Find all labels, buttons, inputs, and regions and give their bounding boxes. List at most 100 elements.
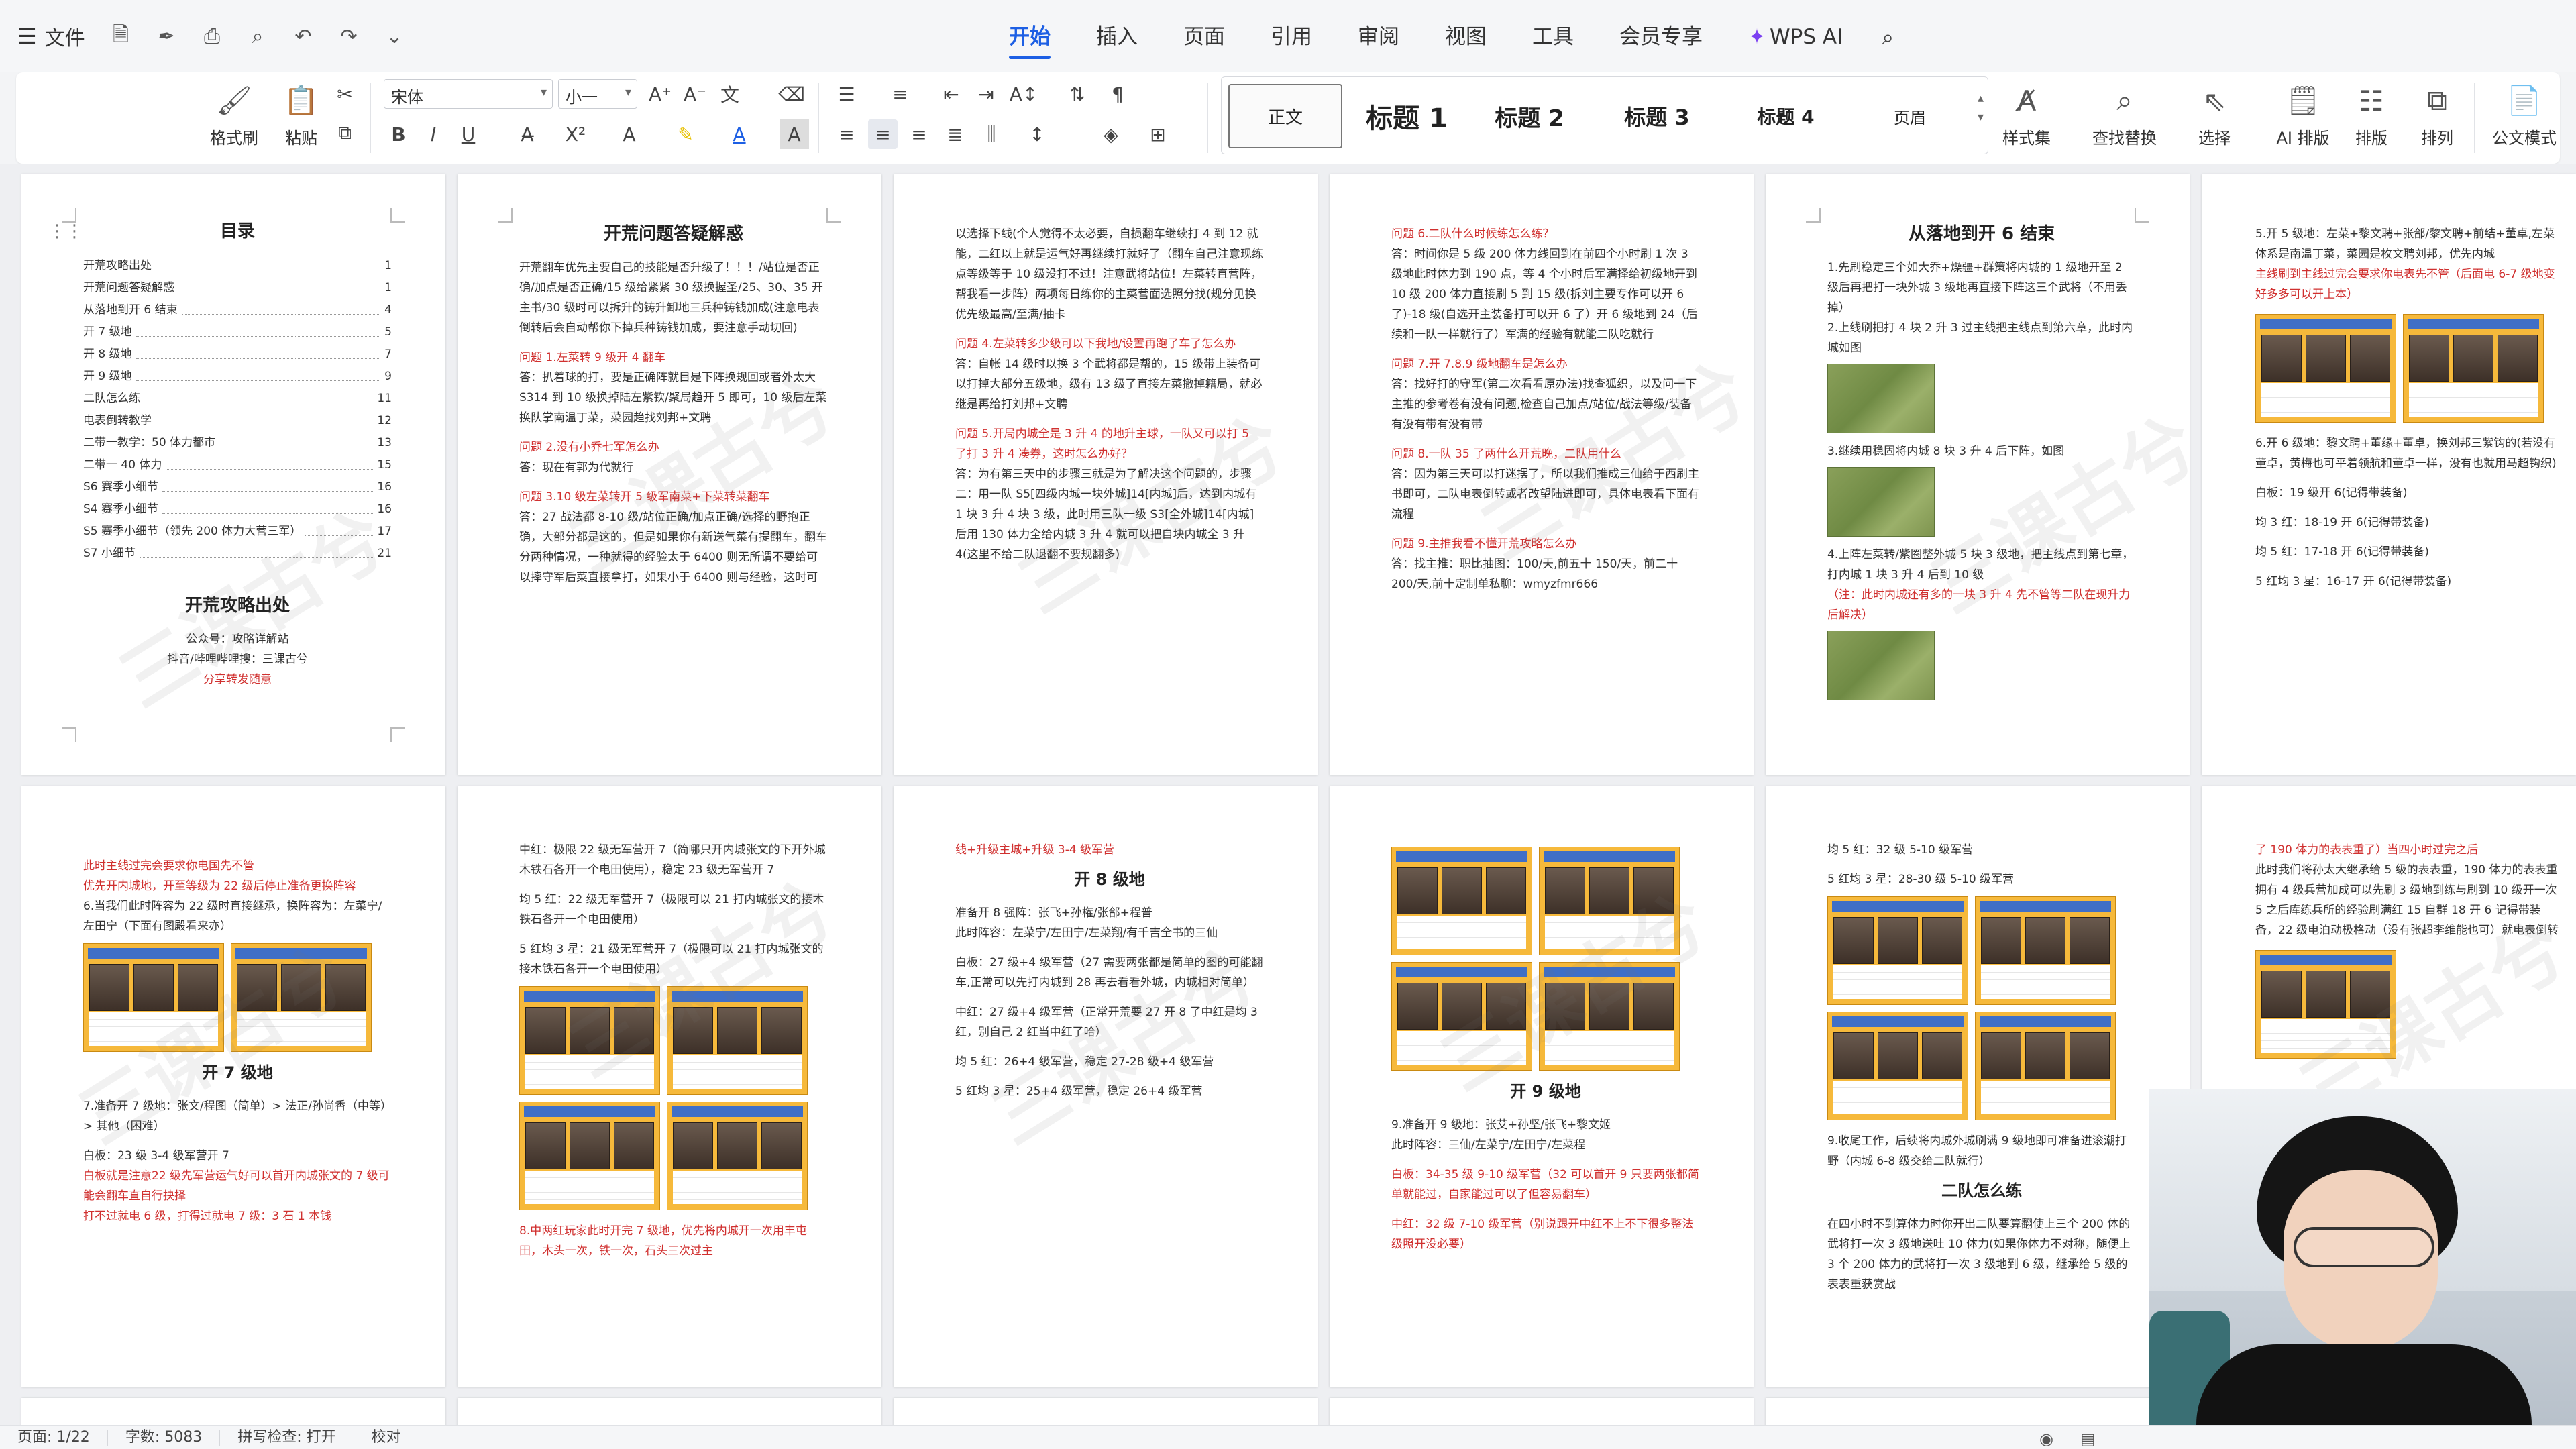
gallery-scroll-icon[interactable]: ▴ ▾ (1978, 89, 1984, 127)
clear-format-icon[interactable]: ⌫ (777, 79, 806, 109)
style-heading-3[interactable]: 标题 3 (1607, 84, 1707, 148)
layout-button[interactable]: ☷ 排版 (2341, 78, 2402, 158)
toc-row[interactable]: S7 小细节 21 (83, 543, 392, 565)
align-right-icon[interactable]: ≡ (904, 119, 934, 149)
print-icon[interactable]: ⎙ (199, 23, 225, 50)
tab-view[interactable]: 视图 (1422, 20, 1509, 54)
page-indicator[interactable]: 页面: 1/22 (0, 1429, 108, 1446)
doc-mode-button[interactable]: 📄 公文模式 (2487, 78, 2561, 158)
word-count[interactable]: 字数: 5083 (108, 1429, 221, 1446)
style-normal[interactable]: 正文 (1228, 84, 1342, 148)
layout-view-icon[interactable]: ▤ (2080, 1430, 2096, 1448)
text-direction-icon[interactable]: A↕ (1009, 79, 1038, 109)
align-center-icon[interactable]: ≡ (868, 119, 898, 149)
page-5[interactable]: 从落地到开 6 结束 1.先刷稳定三个如大乔+燥疆+群策将内城的 1 级地开至 … (1766, 174, 2190, 775)
increase-indent-icon[interactable]: ⇥ (971, 79, 1001, 109)
page-9[interactable]: 线+升级主城+升级 3-4 级军营 开 8 级地 准备开 8 强阵：张飞+孙権/… (894, 786, 1318, 1387)
font-name-select[interactable]: 宋体 ▾ (384, 79, 553, 109)
drag-handle-icon[interactable]: ⋮⋮ (48, 221, 83, 241)
tab-references[interactable]: 引用 (1248, 20, 1335, 54)
text-effect-icon[interactable]: A (614, 119, 644, 149)
tab-page[interactable]: 页面 (1161, 20, 1248, 54)
tab-home[interactable]: 开始 (986, 20, 1073, 59)
sort-icon[interactable]: ⇅ (1063, 79, 1092, 109)
distribute-icon[interactable]: ⫼ (977, 119, 1006, 149)
decrease-indent-icon[interactable]: ⇤ (936, 79, 966, 109)
toc-row[interactable]: 开 7 级地 5 (83, 321, 392, 343)
page-4[interactable]: 问题 6.二队什么时候练怎么练？ 答：时间你是 5 级 200 体力线回到在前四… (1330, 174, 1754, 775)
page-11[interactable]: 均 5 红：32 级 5-10 级军营 5 红均 3 星：28-30 级 5-1… (1766, 786, 2190, 1387)
style-heading-2[interactable]: 标题 2 (1479, 84, 1580, 148)
copy-icon[interactable]: ⧉ (330, 118, 360, 148)
toc-row[interactable]: 开 9 级地 9 (83, 366, 392, 388)
bullet-list-icon[interactable]: ☰ (832, 79, 861, 109)
page-10[interactable]: 开 9 级地 9.准备开 9 级地：张艾+孙坚/张飞+黎文姬 此时阵容：三仙/左… (1330, 786, 1754, 1387)
font-size-select[interactable]: 小一 ▾ (558, 79, 637, 109)
strikethrough-icon[interactable]: A̶ (513, 119, 542, 149)
sign-icon[interactable]: ✒ (153, 23, 180, 50)
save-icon[interactable]: 🗎 (107, 23, 134, 50)
tab-review[interactable]: 审阅 (1335, 20, 1422, 54)
toc-row[interactable]: 开 8 级地 7 (83, 343, 392, 366)
font-color-icon[interactable]: A (724, 119, 754, 149)
page-7[interactable]: 此时主线过完会要求你电国先不管 优先开内城地，开至等级为 22 级后停止准备更换… (21, 786, 445, 1387)
page-16[interactable] (1330, 1398, 1754, 1425)
page-6[interactable]: 5.开 5 级地：左菜+黎文聘+张郃/黎文聘+前结+董卓,左菜体系是南温丁菜，菜… (2202, 174, 2576, 775)
proofread-button[interactable]: 校对 (354, 1429, 419, 1446)
tab-member[interactable]: 会员专享 (1597, 20, 1725, 54)
spell-check-toggle[interactable]: 拼写检查: 打开 (220, 1429, 354, 1446)
customize-dropdown-icon[interactable]: ⌄ (381, 23, 408, 50)
line-spacing-icon[interactable]: ↕ (1022, 119, 1052, 149)
bold-icon[interactable]: B (384, 119, 413, 149)
tab-insert[interactable]: 插入 (1073, 20, 1161, 54)
grow-font-icon[interactable]: A⁺ (645, 79, 675, 109)
redo-icon[interactable]: ↷ (335, 23, 362, 50)
page-1[interactable]: ⋮⋮ 目录 开荒攻略出处 1 开荒问题答疑解惑 1 从落地到开 6 结束 4 开 7 级地 5… (21, 174, 445, 775)
show-marks-icon[interactable]: ¶ (1103, 79, 1132, 109)
style-header[interactable]: 页眉 (1863, 84, 1957, 148)
toc-row[interactable]: 二队怎么练 11 (83, 388, 392, 410)
page-3[interactable]: 以选择下线(个人觉得不太必要，自损翻车继续打 4 到 12 就能，二红以上就是运… (894, 174, 1318, 775)
style-set-button[interactable]: A̸ 样式集 (1990, 78, 2063, 158)
char-shading-icon[interactable]: A (780, 119, 809, 149)
page-13[interactable] (21, 1398, 445, 1425)
superscript-icon[interactable]: X² (561, 119, 590, 149)
numbered-list-icon[interactable]: ≡ (885, 79, 915, 109)
toc-row[interactable]: S6 赛季小细节 16 (83, 476, 392, 498)
page-8[interactable]: 中红：极限 22 级无军营开 7（简哪只开内城张文的下开外城木铁石各开一个电田使… (458, 786, 881, 1387)
ai-layout-button[interactable]: 🗒 AI 排版 (2266, 78, 2340, 158)
cut-icon[interactable]: ✂ (330, 79, 360, 109)
justify-icon[interactable]: ≣ (941, 119, 970, 149)
align-left-icon[interactable]: ≡ (832, 119, 861, 149)
phonetic-icon[interactable]: 文 (715, 79, 745, 109)
page-14[interactable] (458, 1398, 881, 1425)
file-menu[interactable]: ☰ 文件 (17, 23, 85, 50)
italic-icon[interactable]: I (419, 119, 448, 149)
toc-row[interactable]: 二带一 40 体力 15 (83, 454, 392, 476)
find-replace-button[interactable]: ⌕ 查找替换 (2081, 78, 2168, 158)
arrange-button[interactable]: ⧉ 排列 (2407, 78, 2467, 158)
tab-wps-ai[interactable]: ✦ WPS AI (1725, 20, 1866, 54)
toc-row[interactable]: 开荒问题答疑解惑 1 (83, 277, 392, 299)
undo-icon[interactable]: ↶ (290, 23, 317, 50)
page-2[interactable]: 开荒问题答疑解惑 开荒翻车优先主要自己的技能是否升级了！！！/站位是否正确/加点… (458, 174, 881, 775)
select-button[interactable]: ⇖ 选择 (2178, 78, 2251, 158)
print-preview-icon[interactable]: ⌕ (244, 23, 271, 50)
toc-row[interactable]: S4 赛季小细节 16 (83, 498, 392, 521)
paste-button[interactable]: 📋 粘贴 (264, 78, 338, 158)
shrink-font-icon[interactable]: A⁻ (680, 79, 710, 109)
eye-icon[interactable]: ◉ (2039, 1430, 2053, 1448)
search-icon[interactable]: ⌕ (1866, 24, 1910, 50)
toc-row[interactable]: 电表倒转教学 12 (83, 410, 392, 432)
tab-tools[interactable]: 工具 (1509, 20, 1597, 54)
toc-row[interactable]: 开荒攻略出处 1 (83, 255, 392, 277)
format-painter-button[interactable]: 🖌 格式刷 (197, 78, 271, 158)
page-15[interactable] (894, 1398, 1318, 1425)
style-heading-4[interactable]: 标题 4 (1735, 84, 1836, 148)
page-17[interactable] (1766, 1398, 2190, 1425)
borders-icon[interactable]: ⊞ (1143, 119, 1173, 149)
toc-row[interactable]: S5 赛季小细节（领先 200 体力大营三军） 17 (83, 521, 392, 543)
shading-icon[interactable]: ◈ (1096, 119, 1126, 149)
toc-row[interactable]: 从落地到开 6 结束 4 (83, 299, 392, 321)
toc-row[interactable]: 二带一教学：50 体力都市 13 (83, 432, 392, 454)
